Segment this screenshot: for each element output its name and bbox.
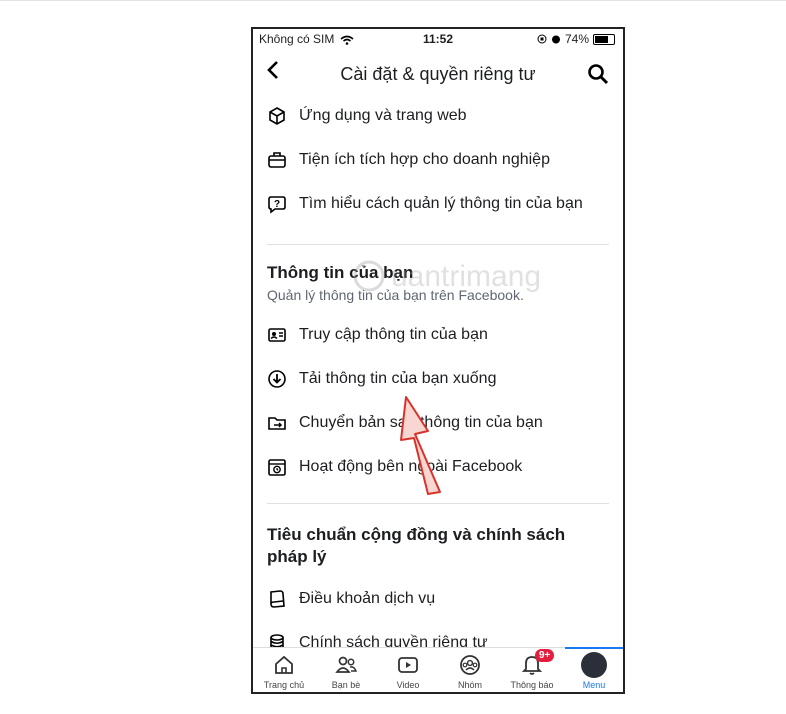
id-card-icon	[268, 328, 286, 342]
video-icon	[398, 657, 418, 673]
question-bubble-icon: ?	[268, 196, 286, 214]
watermark: uantrimang	[347, 251, 567, 301]
tab-label: Bạn bè	[331, 680, 361, 690]
tab-label: Nhóm	[457, 680, 482, 690]
menu-item-apps-websites[interactable]: Ứng dụng và trang web	[267, 103, 467, 129]
status-bar: Không có SIM 11:52 74%	[253, 29, 623, 51]
menu-item-learn-manage-info[interactable]: ? Tìm hiểu cách quản lý thông tin của bạ…	[267, 191, 583, 217]
tab-label: Video	[396, 680, 420, 690]
tab-video[interactable]: Video	[385, 648, 431, 692]
notification-badge: 9+	[535, 649, 555, 662]
folder-transfer-icon	[268, 417, 286, 430]
tab-label: Thông báo	[510, 680, 554, 690]
tab-friends[interactable]: Bạn bè	[323, 648, 369, 692]
cube-icon	[269, 107, 285, 125]
page-title: Cài đặt & quyền riêng tư	[340, 64, 536, 84]
menu-item-label: Hoạt động bên ngoài Facebook	[299, 458, 523, 475]
tab-home[interactable]: Trang chủ	[261, 648, 307, 692]
menu-item-transfer-info[interactable]: Chuyển bản sao thông tin của bạn	[267, 410, 543, 436]
section-title-line: pháp lý	[267, 547, 327, 566]
home-icon	[275, 655, 293, 674]
groups-icon	[460, 655, 480, 675]
bottom-tab-bar: Trang chủ Bạn bè Video Nhóm 9+ Thông báo…	[253, 647, 623, 692]
search-button[interactable]	[587, 63, 609, 90]
tab-groups[interactable]: Nhóm	[447, 648, 493, 692]
section-divider	[267, 244, 609, 245]
search-icon	[588, 64, 609, 85]
menu-item-access-info[interactable]: Truy cập thông tin của bạn	[267, 322, 488, 348]
menu-item-label: Truy cập thông tin của bạn	[299, 326, 488, 343]
menu-item-terms-of-service[interactable]: Điều khoản dịch vụ	[267, 586, 435, 612]
menu-item-label: Tải thông tin của bạn xuống	[299, 370, 497, 387]
tab-label: Trang chủ	[263, 680, 305, 690]
section-divider	[267, 503, 609, 504]
friends-icon	[335, 656, 358, 673]
menu-item-label: Chuyển bản sao thông tin của bạn	[299, 414, 543, 431]
menu-item-label: Ứng dụng và trang web	[299, 107, 467, 124]
activity-icon	[268, 459, 286, 476]
tab-menu[interactable]: Menu	[565, 647, 623, 692]
active-tab-indicator	[565, 647, 623, 649]
menu-item-off-facebook-activity[interactable]: Hoạt động bên ngoài Facebook	[267, 454, 522, 480]
book-icon	[270, 590, 285, 608]
avatar-icon	[581, 652, 607, 678]
menu-item-download-info[interactable]: Tải thông tin của bạn xuống	[267, 366, 496, 392]
page-top-rule	[0, 0, 786, 1]
briefcase-icon	[268, 152, 286, 168]
menu-item-label: Tiện ích tích hợp cho doanh nghiệp	[299, 151, 550, 168]
watermark-logo-icon: uantrimang	[353, 260, 541, 293]
battery-percent: 74%	[564, 32, 589, 46]
section-title-line: Tiêu chuẩn cộng đồng và chính sách	[267, 525, 566, 544]
orientation-lock-icon	[537, 34, 547, 44]
svg-text:uantrimang: uantrimang	[391, 260, 541, 293]
menu-item-label: Điều khoản dịch vụ	[299, 590, 436, 607]
section-title-community: Tiêu chuẩn cộng đồng và chính sách pháp …	[267, 524, 565, 568]
phone-screen: Không có SIM 11:52 74% Cài đặt & quyền r…	[251, 27, 625, 694]
menu-item-business-integrations[interactable]: Tiện ích tích hợp cho doanh nghiệp	[267, 147, 550, 173]
menu-item-label: Tìm hiểu cách quản lý thông tin của bạn	[299, 195, 583, 212]
tab-label: Menu	[582, 680, 606, 690]
status-right: 74%	[537, 32, 615, 46]
battery-icon	[593, 33, 615, 45]
settings-header: Cài đặt & quyền riêng tư	[253, 55, 623, 95]
svg-text:?: ?	[274, 199, 280, 210]
download-icon	[268, 370, 286, 388]
tab-notifications[interactable]: 9+ Thông báo	[509, 648, 555, 692]
alarm-icon	[551, 35, 560, 44]
